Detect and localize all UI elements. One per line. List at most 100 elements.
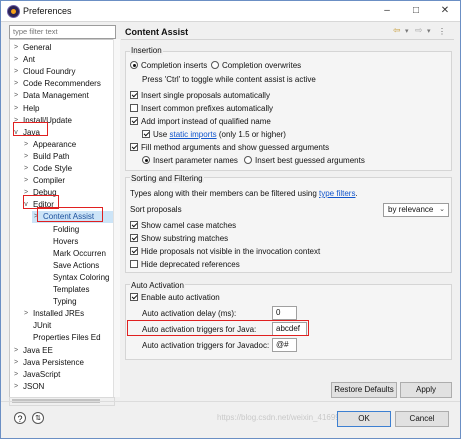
tree-item-label: Mark Occurren <box>53 248 106 258</box>
tree-item-label: Ant <box>23 55 36 65</box>
chevron-right-icon[interactable]: > <box>12 54 20 66</box>
chevron-right-icon[interactable]: > <box>12 369 20 381</box>
delay-input[interactable]: 0 <box>272 306 297 320</box>
ok-button[interactable]: OK <box>337 411 391 427</box>
sort-proposals-select[interactable]: by relevance ⌄ <box>383 203 449 217</box>
apply-button[interactable]: Apply <box>400 382 452 398</box>
java-triggers-highlight-box <box>127 320 309 336</box>
tree-item-label: Data Management <box>23 91 89 101</box>
insert-prefixes-checkbox[interactable]: Insert common prefixes automatically <box>130 104 273 113</box>
chevron-right-icon[interactable]: > <box>12 90 20 102</box>
chevron-right-icon[interactable]: > <box>22 308 30 320</box>
view-menu-icon[interactable]: ⋮ <box>438 27 446 36</box>
tree-item-label: Folding <box>53 224 80 234</box>
tree-item[interactable]: Syntax Coloring <box>42 272 113 284</box>
use-static-imports-checkbox[interactable]: Use static imports (only 1.5 or higher) <box>142 130 286 139</box>
tree-item-label: General <box>23 43 52 52</box>
enable-auto-activation-checkbox[interactable]: Enable auto activation <box>130 293 220 302</box>
show-camel-checkbox[interactable]: Show camel case matches <box>130 221 236 230</box>
fill-method-checkbox[interactable]: Fill method arguments and show guessed a… <box>130 143 329 152</box>
tree-item[interactable]: Mark Occurren <box>42 248 113 260</box>
chevron-right-icon[interactable]: > <box>22 175 30 187</box>
tree-item[interactable]: Hovers <box>42 236 113 248</box>
hide-deprecated-checkbox[interactable]: Hide deprecated references <box>130 260 240 269</box>
cancel-button[interactable]: Cancel <box>395 411 449 427</box>
insert-single-checkbox[interactable]: Insert single proposals automatically <box>130 91 270 100</box>
tree-item[interactable]: Templates <box>42 284 113 296</box>
chevron-right-icon[interactable]: > <box>12 357 20 369</box>
tree-item-label: JSON <box>23 381 45 391</box>
tree-item[interactable]: > Java EE <box>12 345 113 357</box>
completion-inserts-radio[interactable]: Completion inserts <box>130 61 207 70</box>
chevron-right-icon[interactable]: > <box>12 345 20 357</box>
tree-item[interactable]: > Installed JREs <box>22 308 113 320</box>
chevron-right-icon[interactable]: > <box>12 42 20 54</box>
tree-item[interactable]: Folding <box>42 224 113 236</box>
tree-item-label: JavaScript <box>23 369 61 379</box>
toggle-hint-text: Press 'Ctrl' to toggle while content ass… <box>142 75 316 84</box>
maximize-button[interactable]: □ <box>402 3 430 18</box>
tree-item[interactable]: > Data Management <box>12 90 113 102</box>
add-import-checkbox[interactable]: Add import instead of qualified name <box>130 117 271 126</box>
tree-item[interactable]: > Build Path <box>22 151 113 163</box>
tree-item-label: Hovers <box>53 236 79 246</box>
tree-item[interactable]: > Ant <box>12 54 113 66</box>
watermark-text: https://blog.csdn.net/weixin_41699337 <box>217 413 354 422</box>
chevron-right-icon[interactable]: > <box>12 78 20 90</box>
filter-input[interactable]: type filter text <box>9 25 116 39</box>
tree-item-label: JUnit <box>33 321 52 331</box>
forward-icon[interactable]: ⇨ <box>415 25 423 36</box>
completion-overwrites-radio[interactable]: Completion overwrites <box>211 61 301 70</box>
tree-item[interactable]: > JSON <box>12 381 113 393</box>
minimize-button[interactable]: – <box>373 3 401 18</box>
tree-item[interactable]: > General <box>12 42 113 54</box>
tree-item[interactable]: > Compiler <box>22 175 113 187</box>
insert-param-names-radio[interactable]: Insert parameter names <box>142 156 238 165</box>
javadoc-triggers-input[interactable]: @# <box>272 338 297 352</box>
chevron-right-icon[interactable]: > <box>22 139 30 151</box>
page-title: Content Assist <box>125 27 189 37</box>
sorting-group-title: Sorting and Filtering <box>130 174 204 183</box>
tree-item[interactable]: Properties Files Ed <box>22 332 113 344</box>
tree-item[interactable]: Typing <box>42 296 113 308</box>
chevron-right-icon[interactable]: > <box>22 163 30 175</box>
tree-item-label: Code Style <box>33 164 73 173</box>
tree-item[interactable]: > Appearance <box>22 139 113 151</box>
static-imports-link[interactable]: static imports <box>169 130 216 139</box>
tree-vertical-scrollbar[interactable] <box>113 39 120 397</box>
sort-proposals-value: by relevance <box>388 205 434 214</box>
restore-defaults-button[interactable]: Restore Defaults <box>331 382 397 398</box>
auto-activation-group-title: Auto Activation <box>130 281 185 290</box>
tree-item[interactable]: > JavaScript <box>12 369 113 381</box>
delay-label: Auto activation delay (ms): <box>142 309 237 318</box>
forward-menu-icon[interactable]: ▾ <box>427 27 431 35</box>
chevron-right-icon[interactable]: > <box>22 151 30 163</box>
type-filters-link[interactable]: type filters <box>319 189 355 198</box>
tree-item-label: Installed JREs <box>33 309 85 319</box>
tree-item[interactable]: JUnit <box>22 320 113 332</box>
insert-best-guessed-radio[interactable]: Insert best guessed arguments <box>244 156 365 165</box>
back-icon[interactable]: ⇦ <box>393 25 401 36</box>
close-button[interactable]: ✕ <box>431 3 459 18</box>
chevron-right-icon[interactable]: > <box>12 103 20 115</box>
chevron-right-icon[interactable]: > <box>12 66 20 78</box>
title-bar: Preferences – □ ✕ <box>1 1 460 22</box>
tree-item[interactable]: > Code Style <box>22 163 113 175</box>
tree-item-label: Java Persistence <box>23 357 84 367</box>
help-icon[interactable]: ? <box>14 412 26 424</box>
hide-not-visible-checkbox[interactable]: Hide proposals not visible in the invoca… <box>130 247 320 256</box>
tree-item[interactable]: > Cloud Foundry <box>12 66 113 78</box>
content-assist-highlight-box <box>37 207 103 222</box>
tree-item[interactable]: > Help <box>12 103 113 115</box>
back-menu-icon[interactable]: ▾ <box>405 27 409 35</box>
show-substring-checkbox[interactable]: Show substring matches <box>130 234 228 243</box>
tree-item[interactable]: > Java Persistence <box>12 357 113 369</box>
tree-item-label: Properties Files Ed <box>33 333 101 343</box>
chevron-right-icon[interactable]: > <box>12 381 20 393</box>
window-title: Preferences <box>23 6 72 16</box>
tree-item[interactable]: Save Actions <box>42 260 113 272</box>
tree-item[interactable]: > Code Recommenders <box>12 78 113 90</box>
tree-item-label: Typing <box>53 297 77 307</box>
tree-item-label: Appearance <box>33 139 77 149</box>
import-export-icon[interactable]: ⇅ <box>32 412 44 424</box>
